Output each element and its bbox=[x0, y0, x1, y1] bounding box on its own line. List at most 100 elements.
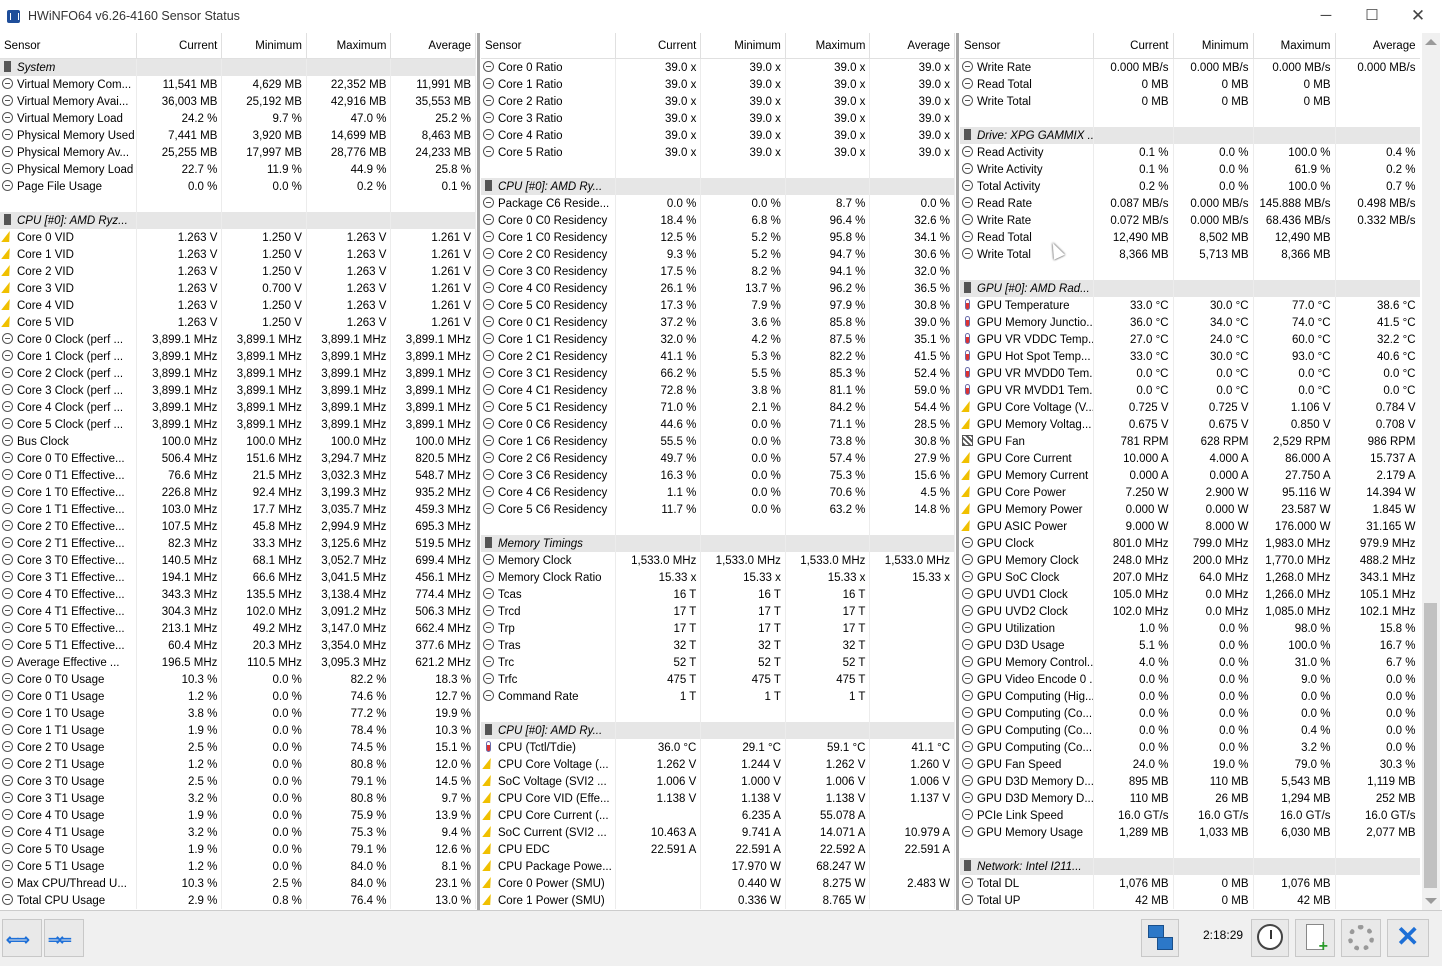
col-average[interactable]: Average bbox=[1335, 33, 1420, 59]
sensor-row[interactable]: GPU Memory Junctio... 36.0 °C 34.0 °C 74.0 … bbox=[960, 314, 1420, 331]
sensor-group-header[interactable]: CPU [#0]: AMD Ry... bbox=[481, 722, 955, 739]
sensor-row[interactable]: Memory Clock 1,533.0 MHz 1,533.0 MHz 1,533.… bbox=[481, 552, 955, 569]
sensor-row[interactable]: GPU Core Current 10.000 A 4.000 A 86.000 A1… bbox=[960, 450, 1420, 467]
sensor-row[interactable]: CPU Core Voltage (... 1.262 V 1.244 V 1.262… bbox=[481, 756, 955, 773]
sensor-row[interactable]: Page File Usage 0.0 % 0.0 % 0.2 % 0.1 % bbox=[0, 178, 476, 195]
sensor-row[interactable]: GPU Fan 781 RPM 628 RPM 2,529 RPM 986 RPM bbox=[960, 433, 1420, 450]
sensor-row[interactable]: GPU Memory Voltag... 0.675 V 0.675 V 0.850 … bbox=[960, 416, 1420, 433]
sensor-row[interactable]: Max CPU/Thread U... 10.3 % 2.5 % 84.0 % 23.1… bbox=[0, 875, 476, 892]
sensor-row[interactable]: Read Total 12,490 MB 8,502 MB 12,490 MB bbox=[960, 229, 1420, 246]
sensor-row[interactable]: Core 1 VID 1.263 V 1.250 V 1.263 V 1.261 V bbox=[0, 246, 476, 263]
sensor-row[interactable]: Core 1 C6 Residency 55.5 % 0.0 % 73.8 % 30.8… bbox=[481, 433, 955, 450]
sensor-row[interactable]: Core 4 T0 Usage 1.9 % 0.0 % 75.9 % 13.9 % bbox=[0, 807, 476, 824]
sensor-row[interactable]: Core 5 T1 Usage 1.2 % 0.0 % 84.0 % 8.1 % bbox=[0, 858, 476, 875]
sensor-row[interactable]: Trc 52 T 52 T 52 T bbox=[481, 654, 955, 671]
sensor-group-header[interactable]: CPU [#0]: AMD Ry... bbox=[481, 178, 955, 195]
sensor-row[interactable]: Core 3 VID 1.263 V 0.700 V 1.263 V 1.261 V bbox=[0, 280, 476, 297]
sensor-row[interactable]: Trfc 475 T 475 T 475 T bbox=[481, 671, 955, 688]
sensor-row[interactable]: Core 5 Clock (perf ... 3,899.1 MHz 3,899.1… bbox=[0, 416, 476, 433]
sensor-row[interactable]: Core 4 VID 1.263 V 1.250 V 1.263 V 1.261 V bbox=[0, 297, 476, 314]
sensor-row[interactable]: Read Total 0 MB 0 MB 0 MB bbox=[960, 76, 1420, 93]
sensor-row[interactable]: GPU Computing (Co... 0.0 % 0.0 % 0.4 % 0.0 % bbox=[960, 722, 1420, 739]
sensor-row[interactable]: Core 3 C6 Residency 16.3 % 0.0 % 75.3 % 15.6… bbox=[481, 467, 955, 484]
sensor-row[interactable]: Core 5 C0 Residency 17.3 % 7.9 % 97.9 % 30.8… bbox=[481, 297, 955, 314]
maximize-button[interactable]: ☐ bbox=[1349, 0, 1395, 33]
sensor-row[interactable]: Core 0 C6 Residency 44.6 % 0.0 % 71.1 % 28.5… bbox=[481, 416, 955, 433]
sensor-row[interactable]: GPU Utilization 1.0 % 0.0 % 98.0 % 15.8 % bbox=[960, 620, 1420, 637]
sensor-row[interactable]: GPU Memory Usage 1,289 MB 1,033 MB 6,030 MB… bbox=[960, 824, 1420, 841]
col-sensor[interactable]: Sensor bbox=[481, 33, 616, 59]
navigate-collapse-button[interactable]: ⇒⇐ bbox=[44, 919, 84, 957]
sensor-row[interactable]: Command Rate 1 T1 T1 T bbox=[481, 688, 955, 705]
sensor-row[interactable]: GPU Memory Current 0.000 A 0.000 A 27.750 A… bbox=[960, 467, 1420, 484]
sensor-row[interactable]: Core 4 C0 Residency 26.1 % 13.7 % 96.2 % 36.… bbox=[481, 280, 955, 297]
col-average[interactable]: Average bbox=[390, 33, 476, 59]
sensor-row[interactable]: GPU Memory Control... 4.0 % 0.0 % 31.0 % 6.7… bbox=[960, 654, 1420, 671]
sensor-row[interactable]: Core 2 T1 Usage 1.2 % 0.0 % 80.8 % 12.0 % bbox=[0, 756, 476, 773]
col-maximum[interactable]: Maximum bbox=[785, 33, 871, 59]
sensor-row[interactable]: Core 5 Ratio 39.0 x 39.0 x 39.0 x 39.0 x bbox=[481, 144, 955, 161]
col-sensor[interactable]: Sensor bbox=[0, 33, 137, 59]
sensor-row[interactable]: GPU Computing (Co... 0.0 % 0.0 % 0.0 % 0.0 % bbox=[960, 705, 1420, 722]
sensor-group-header[interactable]: Memory Timings bbox=[481, 535, 955, 552]
sensor-pane-1[interactable]: Sensor Current Minimum Maximum Average S… bbox=[0, 33, 476, 910]
sensor-row[interactable]: Core 2 Clock (perf ... 3,899.1 MHz 3,899.1… bbox=[0, 365, 476, 382]
sensor-row[interactable]: GPU Computing (Hig... 0.0 % 0.0 % 0.0 % 0.0 … bbox=[960, 688, 1420, 705]
sensor-row[interactable]: Memory Clock Ratio 15.33 x 15.33 x 15.33 x1… bbox=[481, 569, 955, 586]
sensor-row[interactable]: Virtual Memory Avai... 36,003 MB 25,192 MB… bbox=[0, 93, 476, 110]
sensor-row[interactable]: GPU Memory Clock 248.0 MHz 200.0 MHz 1,770.… bbox=[960, 552, 1420, 569]
sensor-row[interactable]: Core 5 T0 Effective... 213.1 MHz 49.2 MHz 3… bbox=[0, 620, 476, 637]
sensor-row[interactable]: CPU Core Current (... 6.235 A 55.078 A bbox=[481, 807, 955, 824]
sensor-row[interactable]: Core 5 VID 1.263 V 1.250 V 1.263 V 1.261 V bbox=[0, 314, 476, 331]
sensor-row[interactable]: Physical Memory Load 22.7 % 11.9 % 44.9 % 25… bbox=[0, 161, 476, 178]
close-window-button[interactable]: ✕ bbox=[1395, 0, 1441, 33]
sensor-row[interactable]: Core 0 T0 Effective... 506.4 MHz 151.6 MHz… bbox=[0, 450, 476, 467]
sensor-row[interactable]: Total CPU Usage 2.9 % 0.8 % 76.4 % 13.0 % bbox=[0, 892, 476, 909]
sensor-row[interactable]: Core 1 Ratio 39.0 x 39.0 x 39.0 x 39.0 x bbox=[481, 76, 955, 93]
sensor-row[interactable]: GPU Core Power 7.250 W 2.900 W 95.116 W 14.3… bbox=[960, 484, 1420, 501]
sensor-row[interactable]: GPU VR VDDC Temp... 27.0 °C 24.0 °C 60.0 °C… bbox=[960, 331, 1420, 348]
sensor-row[interactable]: GPU UVD1 Clock 105.0 MHz 0.0 MHz 1,266.0 MH… bbox=[960, 586, 1420, 603]
sensor-row[interactable]: Core 3 T0 Usage 2.5 % 0.0 % 79.1 % 14.5 % bbox=[0, 773, 476, 790]
sensor-row[interactable]: Core 4 C1 Residency 72.8 % 3.8 % 81.1 % 59.0… bbox=[481, 382, 955, 399]
sensor-row[interactable]: Core 4 T1 Usage 3.2 % 0.0 % 75.3 % 9.4 % bbox=[0, 824, 476, 841]
sensor-row[interactable]: GPU Temperature 33.0 °C 30.0 °C 77.0 °C 38.6… bbox=[960, 297, 1420, 314]
sensor-row[interactable]: Virtual Memory Com... 11,541 MB 4,629 MB 22… bbox=[0, 76, 476, 93]
sensor-row[interactable]: GPU D3D Memory D... 110 MB 26 MB 1,294 MB 25… bbox=[960, 790, 1420, 807]
sensor-row[interactable]: Core 2 C0 Residency 9.3 % 5.2 % 94.7 % 30.6 … bbox=[481, 246, 955, 263]
sensor-row[interactable]: Core 2 C1 Residency 41.1 % 5.3 % 82.2 % 41.5… bbox=[481, 348, 955, 365]
sensor-row[interactable]: CPU (Tctl/Tdie) 36.0 °C 29.1 °C 59.1 °C 41.1… bbox=[481, 739, 955, 756]
sensor-row[interactable]: Core 5 C6 Residency 11.7 % 0.0 % 63.2 % 14.8… bbox=[481, 501, 955, 518]
scroll-thumb[interactable] bbox=[1424, 603, 1437, 888]
sensor-row[interactable]: Core 3 T1 Usage 3.2 % 0.0 % 80.8 % 9.7 % bbox=[0, 790, 476, 807]
sensor-row[interactable]: Core 0 T1 Effective... 76.6 MHz 21.5 MHz 3,… bbox=[0, 467, 476, 484]
col-minimum[interactable]: Minimum bbox=[700, 33, 786, 59]
sensor-group-header[interactable]: GPU [#0]: AMD Rad... bbox=[960, 280, 1420, 297]
sensor-row[interactable]: GPU Clock 801.0 MHz 799.0 MHz 1,983.0 MHz 97… bbox=[960, 535, 1420, 552]
sensor-row[interactable]: Write Total 8,366 MB 5,713 MB 8,366 MB bbox=[960, 246, 1420, 263]
sensor-row[interactable]: GPU VR MVDD1 Tem... 0.0 °C 0.0 °C 0.0 °C 0.0… bbox=[960, 382, 1420, 399]
sensor-row[interactable]: Core 3 T1 Effective... 194.1 MHz 66.6 MHz 3… bbox=[0, 569, 476, 586]
sensor-row[interactable]: Write Rate 0.000 MB/s 0.000 MB/s 0.000 MB/s… bbox=[960, 58, 1420, 76]
sensor-row[interactable]: Core 1 T1 Effective... 103.0 MHz 17.7 MHz 3… bbox=[0, 501, 476, 518]
sensor-group-header[interactable]: Drive: XPG GAMMIX ... bbox=[960, 127, 1420, 144]
sensor-row[interactable]: GPU Fan Speed 24.0 % 19.0 % 79.0 % 30.3 % bbox=[960, 756, 1420, 773]
sensor-row[interactable]: Core 2 VID 1.263 V 1.250 V 1.263 V 1.261 V bbox=[0, 263, 476, 280]
sensor-row[interactable]: Core 0 T1 Usage 1.2 % 0.0 % 74.6 % 12.7 % bbox=[0, 688, 476, 705]
sensor-pane-3[interactable]: Sensor Current Minimum Maximum Average W… bbox=[960, 33, 1420, 910]
sensor-row[interactable]: Core 0 VID 1.263 V 1.250 V 1.263 V 1.261 V bbox=[0, 229, 476, 246]
sensor-row[interactable]: Core 4 Ratio 39.0 x 39.0 x 39.0 x 39.0 x bbox=[481, 127, 955, 144]
sensor-row[interactable]: Average Effective ... 196.5 MHz 110.5 MHz 3… bbox=[0, 654, 476, 671]
sensor-row[interactable]: Physical Memory Av... 25,255 MB 17,997 MB 2… bbox=[0, 144, 476, 161]
sensor-row[interactable]: Core 0 Power (SMU) 0.440 W 8.275 W 2.483 W bbox=[481, 875, 955, 892]
sensor-row[interactable]: PCIe Link Speed 16.0 GT/s 16.0 GT/s 16.0 GT… bbox=[960, 807, 1420, 824]
sensor-row[interactable]: CPU Core VID (Effe... 1.138 V 1.138 V 1.138… bbox=[481, 790, 955, 807]
sensor-row[interactable]: Core 4 Clock (perf ... 3,899.1 MHz 3,899.1… bbox=[0, 399, 476, 416]
sensor-row[interactable]: Total Activity 0.2 % 0.0 % 100.0 % 0.7 % bbox=[960, 178, 1420, 195]
sensor-row[interactable]: Core 2 Ratio 39.0 x 39.0 x 39.0 x 39.0 x bbox=[481, 93, 955, 110]
sensor-row[interactable]: GPU Video Encode 0 ... 0.0 % 0.0 % 9.0 % 0.0… bbox=[960, 671, 1420, 688]
minimize-button[interactable]: ─ bbox=[1303, 0, 1349, 33]
sensor-row[interactable]: Core 0 C0 Residency 18.4 % 6.8 % 96.4 % 32.6… bbox=[481, 212, 955, 229]
sensor-row[interactable]: Trcd 17 T 17 T 17 T bbox=[481, 603, 955, 620]
col-maximum[interactable]: Maximum bbox=[1253, 33, 1336, 59]
